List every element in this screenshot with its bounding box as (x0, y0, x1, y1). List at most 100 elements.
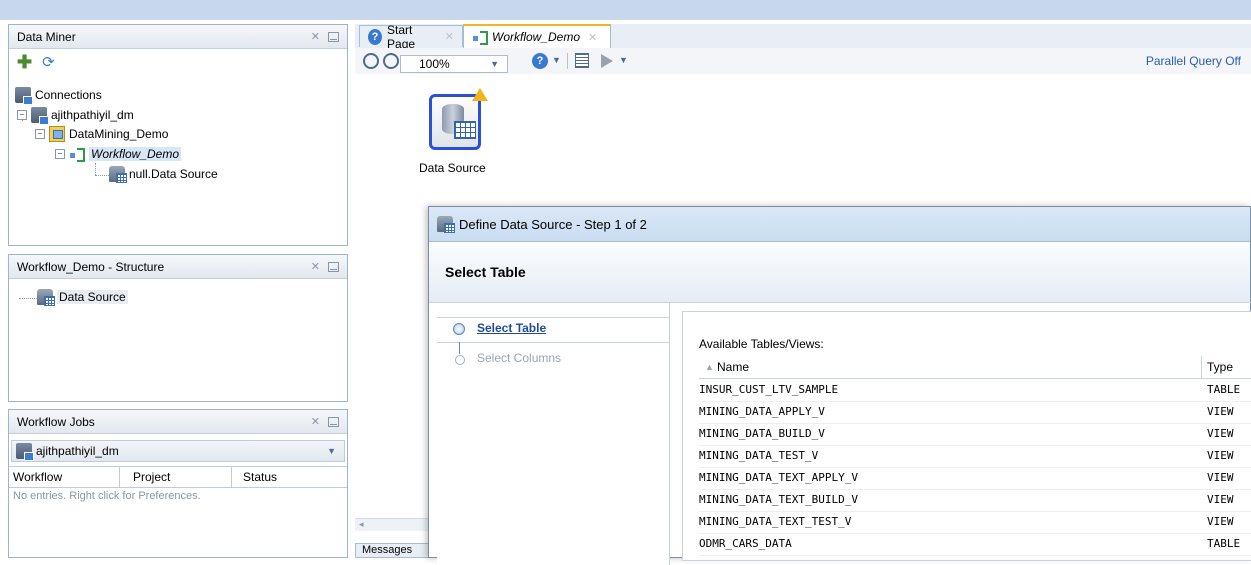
tab-start-page[interactable]: ? Start Page ✕ (359, 23, 463, 51)
table-row[interactable]: MINING_DATA_TEXT_APPLY_V VIEW (699, 467, 1251, 490)
tree-label: Workflow_Demo (89, 147, 182, 161)
sort-asc-icon: ▲ (705, 362, 714, 372)
parallel-query-link[interactable]: Parallel Query Off (1146, 54, 1241, 68)
row-type: TABLE (1207, 537, 1241, 550)
collapse-icon[interactable]: − (17, 110, 27, 120)
connection-icon (16, 443, 34, 461)
grid-header: ▲ Name Type (699, 356, 1251, 379)
column-header-workflow[interactable]: Workflow (13, 470, 62, 484)
step-select-columns[interactable]: Select Columns (437, 349, 669, 369)
canvas-hscroll[interactable]: ◂ (355, 518, 432, 531)
collapse-icon[interactable]: − (55, 149, 65, 159)
refresh-icon[interactable]: ⟳ (42, 53, 55, 71)
chevron-down-icon[interactable]: ▼ (327, 446, 336, 456)
table-row[interactable]: ODMR_CARS_DATA TABLE (699, 533, 1251, 556)
chevron-down-icon[interactable]: ▼ (619, 55, 628, 65)
current-step-icon (453, 323, 465, 335)
row-type: TABLE (1207, 383, 1241, 396)
row-name: MINING_DATA_BUILD_V (699, 427, 825, 440)
minimize-icon[interactable] (328, 416, 339, 427)
add-connection-icon[interactable]: ✚ (17, 52, 32, 73)
data-miner-title: Data Miner (17, 29, 76, 44)
connections-icon (15, 87, 33, 105)
jobs-connection-value: ajithpathiyil_dm (36, 444, 119, 458)
chevron-down-icon: ▼ (490, 59, 499, 69)
workflow-jobs-panel: Workflow Jobs ✕ ajithpathiyil_dm ▼ Workf… (8, 409, 348, 558)
tab-label: Start Page (387, 22, 416, 51)
column-header-name[interactable]: Name (717, 356, 749, 378)
project-icon (49, 126, 65, 142)
minimize-icon[interactable] (328, 261, 339, 272)
tree-item-workflow[interactable]: − Workflow_Demo (55, 146, 182, 162)
define-data-source-dialog: Define Data Source - Step 1 of 2 Select … (428, 206, 1251, 565)
messages-tab[interactable]: Messages (355, 543, 430, 558)
data-source-icon (37, 289, 55, 306)
zoom-value: 100% (419, 57, 450, 71)
window-top-strip (0, 0, 1251, 20)
jobs-connection-select[interactable]: ajithpathiyil_dm ▼ (11, 440, 345, 462)
tree-label: Data Source (57, 290, 128, 304)
jobs-header: Workflow Jobs ✕ (9, 410, 347, 434)
column-header-status[interactable]: Status (243, 470, 277, 484)
structure-title: Workflow_Demo - Structure (17, 259, 165, 274)
table-row[interactable]: MINING_DATA_TEST_V VIEW (699, 445, 1251, 468)
tree-item-connection[interactable]: − ajithpathiyil_dm (17, 107, 134, 125)
structure-item-data-source[interactable]: Data Source (37, 289, 128, 306)
chevron-down-icon[interactable]: ▼ (552, 55, 561, 65)
row-name: MINING_DATA_TEXT_TEST_V (699, 515, 852, 528)
dialog-header-title: Select Table (445, 264, 526, 280)
column-header-type[interactable]: Type (1207, 356, 1233, 378)
dialog-title-bar: Define Data Source - Step 1 of 2 (429, 207, 1250, 242)
help-icon[interactable]: ? (532, 53, 548, 69)
available-tables-label: Available Tables/Views: (699, 332, 1251, 357)
step-label: Select Columns (477, 351, 562, 365)
table-row[interactable]: MINING_DATA_APPLY_V VIEW (699, 401, 1251, 424)
row-type: VIEW (1207, 471, 1234, 484)
close-icon[interactable]: ✕ (311, 260, 320, 273)
warning-icon (472, 88, 488, 101)
run-icon[interactable] (601, 54, 613, 68)
close-icon[interactable]: ✕ (311, 30, 320, 43)
node-label: Data Source (419, 161, 486, 175)
zoom-select[interactable]: 100% ▼ (400, 55, 508, 73)
dialog-icon (437, 216, 455, 233)
help-icon: ? (368, 28, 383, 45)
table-grid-icon (454, 121, 476, 139)
properties-icon[interactable] (575, 53, 589, 68)
step-select-table[interactable]: Select Table (437, 317, 669, 343)
column-header-project[interactable]: Project (133, 470, 170, 484)
tree-label: DataMining_Demo (69, 127, 169, 141)
minimize-icon[interactable] (328, 31, 339, 42)
row-type: VIEW (1207, 405, 1234, 418)
structure-panel: Workflow_Demo - Structure ✕ Data Source (8, 254, 348, 402)
collapse-icon[interactable]: − (35, 129, 45, 139)
tree-label: Connections (35, 88, 102, 102)
tree-item-node[interactable]: null.Data Source (109, 166, 218, 183)
table-row[interactable]: INSUR_CUST_LTV_SAMPLE TABLE (699, 379, 1251, 402)
table-row[interactable]: MINING_DATA_TEXT_TEST_V VIEW (699, 511, 1251, 534)
editor-tab-bar: ? Start Page ✕ Workflow_Demo ✕ (355, 23, 1251, 51)
data-source-node[interactable] (429, 94, 481, 150)
row-name: MINING_DATA_APPLY_V (699, 405, 825, 418)
table-row[interactable]: MINING_DATA_TEXT_BUILD_V VIEW (699, 489, 1251, 512)
workflow-icon (472, 29, 488, 45)
step-label: Select Table (477, 321, 547, 335)
close-icon[interactable]: ✕ (588, 31, 597, 44)
data-miner-header: Data Miner ✕ (9, 25, 347, 49)
workflow-icon (69, 146, 85, 162)
row-name: MINING_DATA_TEXT_BUILD_V (699, 493, 858, 506)
data-miner-panel: Data Miner ✕ ✚ ⟳ Connections − ajithpath… (8, 24, 348, 246)
zoom-out-icon[interactable] (383, 53, 399, 69)
close-icon[interactable]: ✕ (311, 415, 320, 428)
jobs-table-header: Workflow Project Status (9, 466, 347, 488)
table-row[interactable]: MINING_DATA_BUILD_V VIEW (699, 423, 1251, 446)
close-icon[interactable]: ✕ (445, 30, 454, 43)
jobs-title: Workflow Jobs (17, 414, 95, 429)
tree-item-project[interactable]: − DataMining_Demo (35, 126, 168, 142)
row-type: VIEW (1207, 515, 1234, 528)
row-name: MINING_DATA_TEXT_APPLY_V (699, 471, 858, 484)
tree-item-connections[interactable]: Connections (15, 87, 102, 105)
zoom-in-icon[interactable] (363, 53, 379, 69)
tab-workflow-demo[interactable]: Workflow_Demo ✕ (463, 24, 611, 48)
tab-label: Workflow_Demo (492, 30, 581, 44)
